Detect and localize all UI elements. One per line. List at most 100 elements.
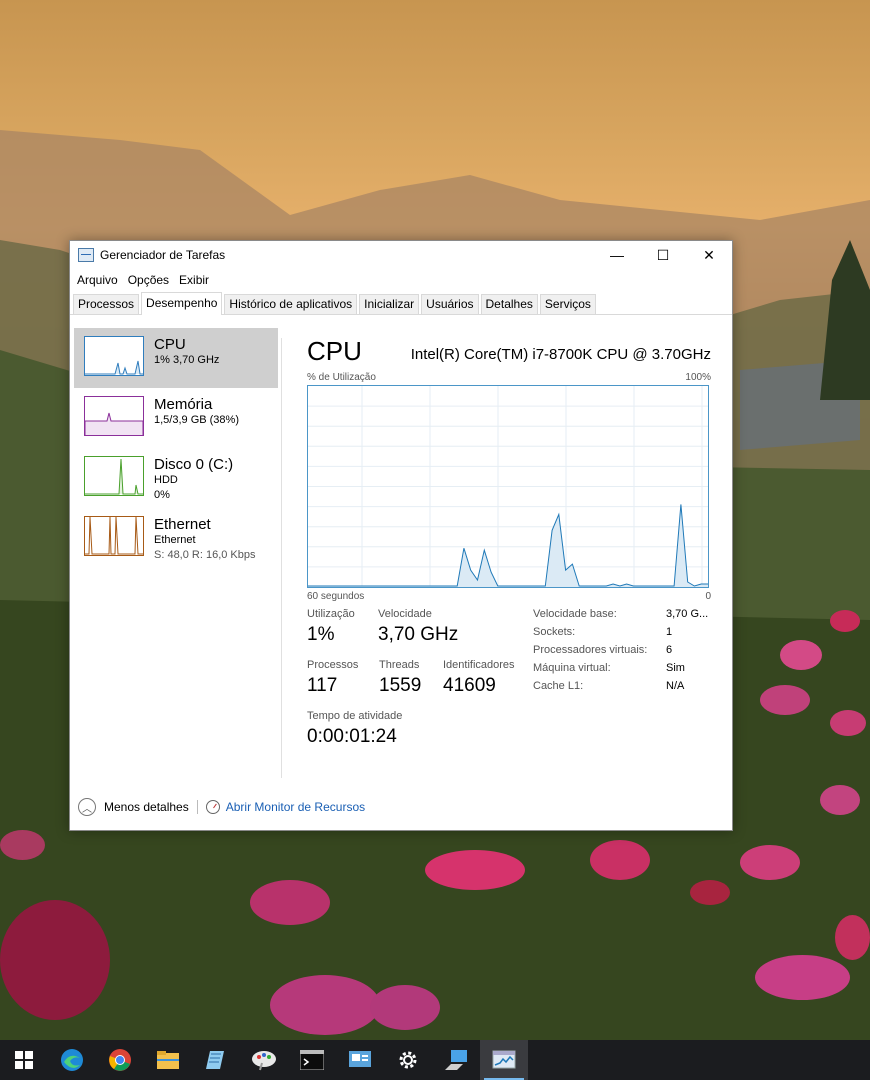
sidebar-cpu-usage: 1% 3,70 GHz bbox=[154, 354, 220, 366]
tab-inicializar[interactable]: Inicializar bbox=[359, 294, 420, 314]
less-details-link[interactable]: Menos detalhes bbox=[104, 800, 189, 814]
sidebar-item-disco[interactable]: Disco 0 (C:) HDD 0% bbox=[74, 448, 278, 508]
task-manager-icon[interactable] bbox=[480, 1040, 528, 1080]
ethernet-mini-graph-line bbox=[85, 517, 143, 555]
cpu-utilization-graph bbox=[307, 385, 709, 588]
tab-usuarios[interactable]: Usuários bbox=[421, 294, 479, 314]
memory-mini-graph-line bbox=[85, 412, 143, 435]
spec-value: 6 bbox=[666, 644, 673, 656]
stat-identificadores-label: Identificadores bbox=[443, 659, 515, 671]
cpu-detail-panel: CPU Intel(R) Core(TM) i7-8700K CPU @ 3.7… bbox=[307, 336, 711, 778]
title-bar[interactable]: Gerenciador de Tarefas — ☐ ✕ bbox=[70, 241, 732, 269]
spec-key: Cache L1: bbox=[533, 680, 584, 692]
chrome-logo bbox=[109, 1049, 131, 1071]
spec-key: Processadores virtuais: bbox=[533, 644, 648, 656]
paint-icon[interactable] bbox=[240, 1040, 288, 1080]
remote-desktop-logo bbox=[349, 1051, 371, 1067]
tab-servicos[interactable]: Serviços bbox=[539, 294, 596, 314]
cpu-mini-graph bbox=[84, 336, 144, 376]
spec-row: Velocidade base: 3,70 G... bbox=[533, 608, 708, 626]
stat-identificadores: Identificadores 41609 bbox=[443, 659, 515, 697]
network-logo bbox=[445, 1050, 467, 1070]
flower bbox=[830, 610, 860, 632]
taskbar bbox=[0, 1040, 870, 1080]
chrome-icon[interactable] bbox=[96, 1040, 144, 1080]
sidebar-disk-usage: 0% bbox=[154, 489, 170, 501]
graph-x-right-label: 0 bbox=[705, 591, 711, 602]
stat-processos-label: Processos bbox=[307, 659, 359, 671]
edge-logo bbox=[61, 1049, 83, 1071]
window-title: Gerenciador de Tarefas bbox=[100, 248, 226, 262]
cpu-usage-line bbox=[308, 504, 708, 587]
sidebar-disk-title: Disco 0 (C:) bbox=[154, 456, 234, 473]
window-controls: — ☐ ✕ bbox=[594, 241, 732, 269]
stat-utilizacao-label: Utilização bbox=[307, 608, 355, 620]
flower bbox=[830, 710, 866, 736]
sidebar-item-ethernet[interactable]: Ethernet Ethernet S: 48,0 R: 16,0 Kbps bbox=[74, 508, 278, 574]
flower bbox=[270, 975, 380, 1035]
flower bbox=[250, 880, 330, 925]
sidebar-ethernet-throughput: S: 48,0 R: 16,0 Kbps bbox=[154, 549, 256, 561]
sidebar-ethernet-adapter: Ethernet bbox=[154, 534, 196, 546]
windows-start-icon[interactable] bbox=[0, 1040, 48, 1080]
menu-opcoes[interactable]: Opções bbox=[124, 273, 173, 287]
file-explorer-icon[interactable] bbox=[144, 1040, 192, 1080]
stat-identificadores-value: 41609 bbox=[443, 675, 496, 696]
menu-exibir[interactable]: Exibir bbox=[175, 273, 213, 287]
window-footer: ︿ Menos detalhes Abrir Monitor de Recurs… bbox=[78, 798, 365, 816]
tab-processos[interactable]: Processos bbox=[73, 294, 140, 314]
cpu-stats: Utilização 1% Velocidade 3,70 GHz Proces… bbox=[307, 608, 711, 778]
sidebar-item-memoria[interactable]: Memória 1,5/3,9 GB (38%) bbox=[74, 388, 278, 448]
stat-tempo-label: Tempo de atividade bbox=[307, 710, 403, 722]
open-resource-monitor-link[interactable]: Abrir Monitor de Recursos bbox=[226, 800, 365, 814]
sidebar-memory-usage: 1,5/3,9 GB (38%) bbox=[154, 414, 239, 426]
spec-value: 3,70 G... bbox=[666, 608, 709, 620]
folder-logo bbox=[157, 1051, 179, 1069]
memory-mini-graph bbox=[84, 396, 144, 436]
sidebar-disk-type: HDD bbox=[154, 474, 178, 486]
edge-icon[interactable] bbox=[48, 1040, 96, 1080]
spec-row: Processadores virtuais: 6 bbox=[533, 644, 708, 662]
cmd-logo bbox=[300, 1050, 324, 1070]
flower bbox=[820, 785, 860, 815]
resource-sidebar: CPU 1% 3,70 GHz Memória 1,5/3,9 GB (38%) bbox=[74, 328, 278, 574]
chevron-up-icon[interactable]: ︿ bbox=[78, 798, 96, 816]
stat-utilizacao-value: 1% bbox=[307, 624, 335, 645]
command-prompt-icon[interactable] bbox=[288, 1040, 336, 1080]
flower bbox=[755, 955, 850, 1000]
stat-velocidade-value: 3,70 GHz bbox=[378, 624, 459, 645]
network-icon[interactable] bbox=[432, 1040, 480, 1080]
menu-arquivo[interactable]: Arquivo bbox=[73, 273, 122, 287]
stat-utilizacao: Utilização 1% bbox=[307, 608, 355, 646]
flower bbox=[740, 845, 800, 880]
notepad-logo bbox=[206, 1051, 224, 1069]
tab-historico[interactable]: Histórico de aplicativos bbox=[224, 294, 358, 314]
tab-detalhes[interactable]: Detalhes bbox=[480, 294, 538, 314]
sidebar-memory-title: Memória bbox=[154, 396, 213, 413]
notepad-icon[interactable] bbox=[192, 1040, 240, 1080]
tab-desempenho[interactable]: Desempenho bbox=[141, 292, 223, 315]
remote-desktop-icon[interactable] bbox=[336, 1040, 384, 1080]
stat-tempo-atividade: Tempo de atividade 0:00:01:24 bbox=[307, 710, 402, 748]
spec-value: N/A bbox=[666, 680, 685, 692]
resource-monitor-icon bbox=[205, 800, 220, 814]
flower bbox=[0, 830, 45, 860]
minimize-button[interactable]: — bbox=[594, 241, 640, 269]
stat-threads-value: 1559 bbox=[379, 675, 422, 696]
flower bbox=[690, 880, 730, 905]
flower bbox=[780, 640, 822, 670]
stat-processos: Processos 117 bbox=[307, 659, 358, 697]
cpu-usage-area bbox=[308, 504, 708, 587]
flower bbox=[0, 900, 110, 1020]
close-button[interactable]: ✕ bbox=[686, 241, 732, 269]
sidebar-item-cpu[interactable]: CPU 1% 3,70 GHz bbox=[74, 328, 278, 388]
disk-mini-graph bbox=[84, 456, 144, 496]
graph-y-max-label: 100% bbox=[685, 372, 711, 383]
settings-gear-icon[interactable] bbox=[384, 1040, 432, 1080]
spec-row: Máquina virtual: Sim bbox=[533, 662, 708, 680]
cpu-spec-table: Velocidade base: 3,70 G... Sockets: 1 Proc… bbox=[533, 608, 708, 698]
spec-row: Sockets: 1 bbox=[533, 626, 708, 644]
stat-tempo-value: 0:00:01:24 bbox=[307, 726, 397, 747]
maximize-button[interactable]: ☐ bbox=[640, 241, 686, 269]
menu-bar: Arquivo Opções Exibir bbox=[70, 269, 732, 291]
